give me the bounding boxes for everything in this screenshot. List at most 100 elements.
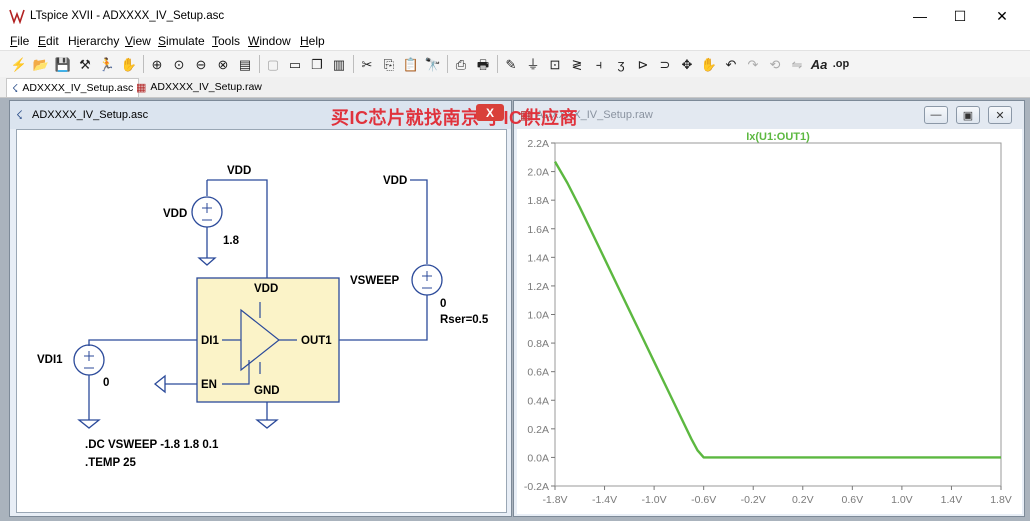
schematic-window: ☇ ADXXXX_IV_Setup.asc VDD VDD 1.8 VDD VS… (9, 100, 512, 517)
watermark-close-button[interactable]: X (476, 104, 504, 121)
vdi1-value-label: 0 (103, 377, 109, 389)
x-tick-label: 0.2V (792, 494, 814, 506)
x-tick-label: -0.2V (741, 494, 766, 506)
menu-simulate[interactable]: Simulate (158, 34, 205, 48)
vdi1-label: VDI1 (37, 354, 63, 366)
vdd-top-label: VDD (227, 165, 251, 177)
vdd-source-label: VDD (163, 208, 187, 220)
inductor-icon[interactable]: ʒ (612, 55, 630, 73)
paste-icon[interactable]: 📋 (402, 55, 420, 73)
tile-vertical-icon[interactable]: ▥ (330, 55, 348, 73)
zoom-rubber-icon[interactable]: ⊙ (170, 55, 188, 73)
minimize-icon: — (913, 8, 927, 24)
control-panel-icon[interactable]: ⚒ (76, 55, 94, 73)
toolbar-separator (259, 55, 260, 73)
y-tick-label: 1.4A (527, 252, 549, 264)
run-icon[interactable]: 🏃 (98, 55, 116, 73)
x-tick-label: -0.6V (691, 494, 716, 506)
zoom-fit-icon[interactable]: ⊗ (214, 55, 232, 73)
menu-view[interactable]: View (125, 34, 151, 48)
rotate-icon[interactable]: ⟲ (766, 55, 784, 73)
minimize-button[interactable]: — (898, 0, 942, 32)
copy-icon[interactable]: ⎘ (380, 55, 398, 73)
tile-horizontal-icon[interactable]: ▭ (286, 55, 304, 73)
toolbar-separator (353, 55, 354, 73)
draw-wire-icon[interactable]: ✎ (502, 55, 520, 73)
schematic-icon: ☇ (12, 82, 19, 95)
menu-hierarchy[interactable]: Hierarchy (68, 34, 119, 48)
menu-tools[interactable]: Tools (212, 34, 240, 48)
toolbar-separator (497, 55, 498, 73)
x-tick-label: 1.8V (990, 494, 1012, 506)
plot-frame (554, 142, 1002, 487)
text-tool-button[interactable]: Aa (810, 55, 828, 73)
waveform-canvas[interactable]: -0.2A 0.0A 0.2A 0.4A 0.6A 0.8A 1.0A 1.2A 1.4A 1.6… (517, 129, 1022, 514)
mdi-close-button[interactable]: ✕ (988, 106, 1012, 124)
watermark-text: 买IC芯片就找南京 子IC供应商 (331, 108, 578, 128)
menu-window[interactable]: Window (248, 34, 291, 48)
x-tick-label: -1.8V (542, 494, 567, 506)
zoom-in-icon[interactable]: ⊕ (148, 55, 166, 73)
restore-icon: ▣ (962, 109, 974, 122)
temp-directive: .TEMP 25 (85, 457, 137, 469)
diode-icon[interactable]: ⊳ (634, 55, 652, 73)
tab-waveform[interactable]: ▦ ADXXXX_IV_Setup.raw (131, 78, 267, 96)
spice-directive-button[interactable]: .op (832, 55, 850, 73)
cut-icon[interactable]: ✂ (358, 55, 376, 73)
move-icon[interactable]: ✥ (678, 55, 696, 73)
capacitor-icon[interactable]: ⫞ (590, 55, 608, 73)
tab-schematic[interactable]: ☇ ADXXXX_IV_Setup.asc (6, 78, 140, 97)
x-tick-label: -1.4V (592, 494, 617, 506)
y-tick-label: 2.2A (527, 138, 549, 150)
mdi-minimize-button[interactable]: — (924, 106, 948, 124)
save-icon[interactable]: 💾 (54, 55, 72, 73)
print-setup-icon[interactable]: ⎙ (452, 55, 470, 73)
rser-label: Rser=0.5 (440, 314, 489, 326)
mirror-icon[interactable]: ⇋ (788, 55, 806, 73)
chart-title: Ix(U1:OUT1) (746, 131, 810, 143)
vsweep-label: VSWEEP (350, 275, 400, 287)
waveform-window-titlebar[interactable]: ▦ ADXXXX_IV_Setup.raw — ▣ ✕ (514, 101, 1024, 129)
toolbar-separator (143, 55, 144, 73)
window-title: LTspice XVII - ADXXXX_IV_Setup.asc (30, 10, 225, 22)
menu-edit[interactable]: Edit (38, 34, 59, 48)
minimize-icon: — (930, 109, 942, 121)
schematic-canvas[interactable]: VDD VDD 1.8 VDD VSWEEP 0 Rser=0.5 VDI1 0… (16, 129, 507, 513)
chip-en-pin-label: EN (201, 379, 217, 391)
component-icon[interactable]: ⊃ (656, 55, 674, 73)
maximize-button[interactable]: ☐ (938, 0, 982, 32)
title-bar: LTspice XVII - ADXXXX_IV_Setup.asc — ☐ ✕ (0, 0, 1030, 32)
chip-vdd-pin-label: VDD (254, 283, 278, 295)
schematic-window-title: ADXXXX_IV_Setup.asc (32, 109, 149, 121)
find-icon[interactable]: 🔭 (424, 55, 442, 73)
schematic-icon: ☇ (16, 108, 23, 122)
waveform-icon: ▦ (136, 81, 147, 94)
print-icon[interactable]: 🖶 (474, 55, 492, 73)
new-schematic-icon[interactable]: ⚡ (10, 55, 28, 73)
grayed-icon[interactable]: ▢ (264, 55, 282, 73)
menu-file[interactable]: File (10, 34, 29, 48)
pan-hand-icon[interactable]: ✋ (120, 55, 138, 73)
tab-label: ADXXXX_IV_Setup.raw (150, 81, 262, 93)
open-folder-icon[interactable]: 📂 (32, 55, 50, 73)
mdi-restore-button[interactable]: ▣ (956, 106, 980, 124)
y-tick-label: 1.8A (527, 195, 549, 207)
redo-icon[interactable]: ↷ (744, 55, 762, 73)
resistor-icon[interactable]: ≷ (568, 55, 586, 73)
undo-icon[interactable]: ↶ (722, 55, 740, 73)
y-tick-label: 1.0A (527, 310, 549, 322)
menu-help[interactable]: Help (300, 34, 325, 48)
label-net-icon[interactable]: ⊡ (546, 55, 564, 73)
zoom-out-icon[interactable]: ⊖ (192, 55, 210, 73)
close-button[interactable]: ✕ (980, 0, 1024, 32)
drag-icon[interactable]: ✋ (700, 55, 718, 73)
y-tick-label: 2.0A (527, 167, 549, 179)
cascade-icon[interactable]: ❐ (308, 55, 326, 73)
ground-icon[interactable]: ⏚ (524, 55, 542, 73)
x-tick-label: 1.0V (891, 494, 913, 506)
autorange-icon[interactable]: ▤ (236, 55, 254, 73)
y-tick-label: 0.2A (527, 424, 549, 436)
y-tick-label: 0.0A (527, 452, 549, 464)
tab-label: ADXXXX_IV_Setup.asc (22, 82, 134, 94)
y-tick-label: 1.6A (527, 224, 549, 236)
